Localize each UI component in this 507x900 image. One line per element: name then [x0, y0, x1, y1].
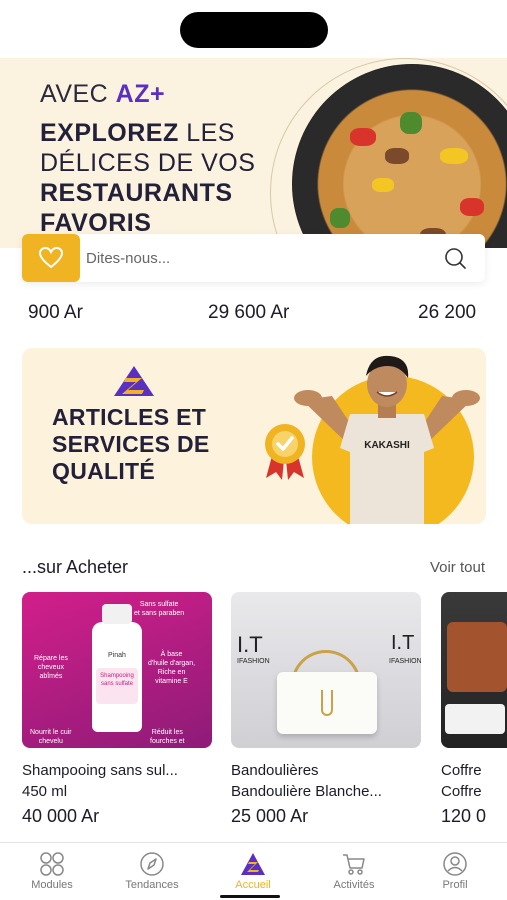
- food-pepper-red: [460, 198, 484, 216]
- shirt-print-text: KAKASHI: [364, 440, 410, 451]
- nav-label: Tendances: [125, 879, 179, 891]
- see-all-link[interactable]: Voir tout: [430, 559, 485, 576]
- nav-profil[interactable]: Profil: [410, 851, 500, 891]
- shampoo-feature-5: Réduit les fourches et: [150, 729, 185, 745]
- bottle-brand: Pinah: [108, 652, 126, 659]
- product-subtitle: Bandoulière Blanche...: [231, 783, 382, 800]
- product-card[interactable]: I.T IFASHION I.T IFASHION Bandoulières B…: [231, 592, 421, 827]
- nav-tendances[interactable]: Tendances: [107, 851, 197, 891]
- bag-brand-right-small: IFASHION: [389, 658, 421, 665]
- nav-activites[interactable]: Activités: [309, 851, 399, 891]
- compass-icon: [140, 852, 164, 876]
- search-bar: [22, 234, 485, 282]
- price-item[interactable]: 26 200: [418, 302, 476, 324]
- product-card[interactable]: Pinah Shampooing sans sulfate Sans sulfa…: [22, 592, 212, 827]
- promo-line-3: QUALITÉ: [52, 458, 156, 484]
- hero-line-4: RESTAURANTS: [40, 179, 233, 207]
- shampoo-bottle: Pinah Shampooing sans sulfate: [92, 604, 142, 732]
- product-subtitle: Coffre: [441, 783, 482, 800]
- hero-line-3: DÉLICES DE VOS: [40, 149, 256, 177]
- nav-label: Modules: [31, 879, 73, 891]
- product-name: Shampooing sans sul...: [22, 762, 178, 779]
- smiling-man-image: KAKASHI: [294, 355, 480, 524]
- food-pepper-yellow: [440, 148, 468, 164]
- section-title: ...sur Acheter: [22, 557, 129, 577]
- hero-headline: EXPLOREZ LES DÉLICES DE VOS RESTAURANTS …: [40, 118, 255, 238]
- product-price: 25 000 Ar: [231, 806, 309, 826]
- promo-line-1: ARTICLES ET: [52, 404, 207, 430]
- nav-accueil[interactable]: Accueil: [208, 851, 298, 891]
- price-strip: 900 Ar 29 600 Ar 26 200: [0, 300, 507, 330]
- bottle-label: Shampooing sans sulfate: [96, 668, 138, 704]
- nav-label: Accueil: [235, 879, 271, 891]
- food-meat: [385, 148, 409, 164]
- food-broccoli: [400, 112, 422, 134]
- product-price: 120 0: [441, 806, 487, 826]
- bottom-nav-bar: Modules Tendances Accueil Activités Prof…: [0, 842, 507, 900]
- white-bag: [277, 672, 377, 734]
- price-item[interactable]: 900 Ar: [28, 302, 83, 324]
- shampoo-feature-2: Répare les cheveux abîmés: [34, 655, 68, 680]
- promo-headline: ARTICLES ET SERVICES DE QUALITÉ: [52, 404, 210, 485]
- home-indicator: [220, 895, 280, 898]
- leather-wallet: [447, 622, 507, 692]
- device-notch: [180, 12, 328, 48]
- hero-line-5: FAVORIS: [40, 209, 152, 237]
- az-logo-icon: [241, 853, 265, 875]
- hero-banner[interactable]: AVEC AZ+ EXPLOREZ LES DÉLICES DE VOS RES…: [0, 58, 507, 248]
- favorites-button[interactable]: [22, 234, 80, 282]
- shampoo-feature-3: À base d'huile d'argan, Riche en vitamine E: [148, 651, 196, 685]
- product-image-shampoo: Pinah Shampooing sans sulfate Sans sulfa…: [22, 592, 212, 748]
- bag-brand-left-small: IFASHION: [237, 658, 270, 665]
- product-carousel[interactable]: Pinah Shampooing sans sulfate Sans sulfa…: [0, 592, 507, 832]
- search-input[interactable]: [86, 246, 426, 270]
- bag-brand-left: I.T: [237, 632, 263, 657]
- food-broccoli: [330, 208, 350, 228]
- product-name: Coffre: [441, 762, 482, 779]
- heart-icon: [38, 246, 64, 269]
- product-name: Bandoulières: [231, 762, 319, 779]
- az-logo-icon: [114, 366, 154, 396]
- profile-icon: [443, 852, 467, 876]
- shampoo-feature-1: Sans sulfate et sans paraben: [134, 601, 185, 617]
- product-price: 40 000 Ar: [22, 806, 100, 826]
- cart-icon: [343, 854, 365, 875]
- promo-line-2: SERVICES DE: [52, 431, 210, 457]
- price-item[interactable]: 29 600 Ar: [208, 302, 289, 324]
- hero-brand: AZ+: [115, 80, 166, 108]
- shampoo-feature-4: Nourrit le cuir chevelu: [30, 729, 72, 745]
- hero-prefix: AVEC: [40, 80, 116, 108]
- food-pepper-red: [350, 128, 376, 146]
- bag-brand-right: I.T: [391, 632, 415, 654]
- hero-line-1: AVEC AZ+: [40, 80, 165, 109]
- product-card[interactable]: Coffre Coffre 120 0: [441, 592, 507, 827]
- nav-modules[interactable]: Modules: [7, 851, 97, 891]
- food-pepper-yellow: [372, 178, 394, 192]
- search-icon[interactable]: [443, 246, 467, 270]
- promo-banner[interactable]: ARTICLES ET SERVICES DE QUALITÉ KAKASHI: [22, 348, 486, 524]
- product-image-bag: I.T IFASHION I.T IFASHION: [231, 592, 421, 748]
- product-subtitle: 450 ml: [22, 783, 68, 800]
- hero-line-2-bold: EXPLOREZ: [40, 119, 179, 147]
- hero-line-2-rest: LES: [178, 119, 235, 147]
- nav-label: Activités: [333, 879, 375, 891]
- nav-label: Profil: [442, 879, 468, 891]
- grid-icon: [40, 852, 64, 876]
- product-image-coffret: [441, 592, 507, 748]
